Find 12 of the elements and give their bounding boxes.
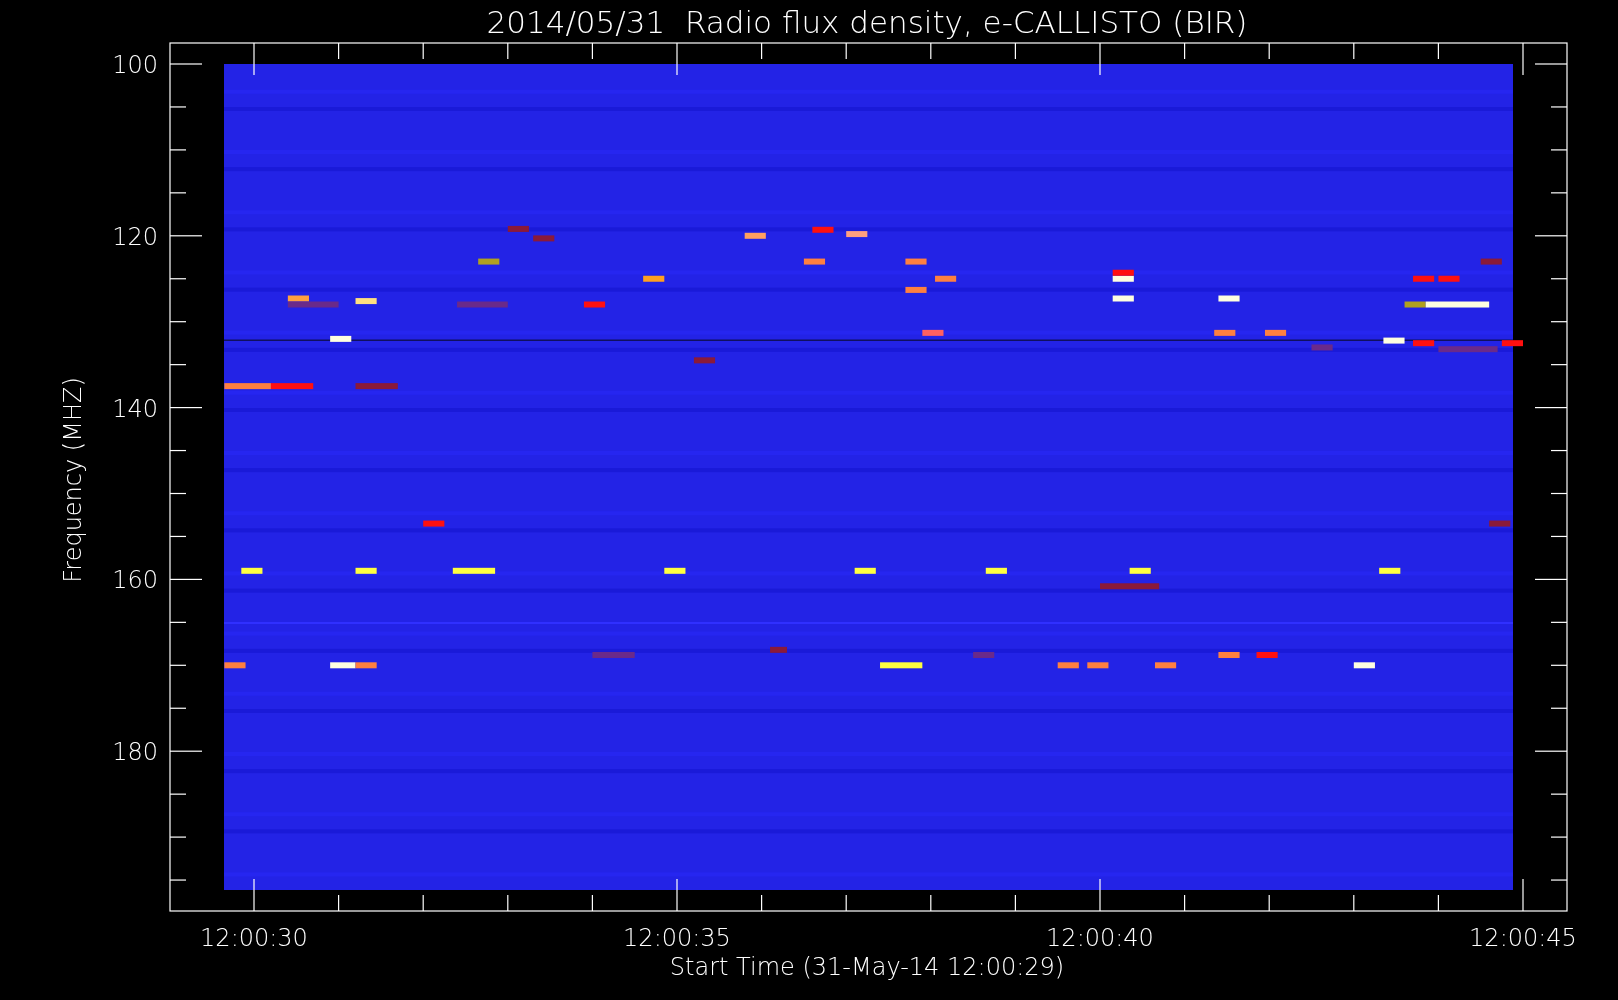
y-tick-label: 120 [112,222,158,251]
plot-title: 2014/05/31 Radio flux density, e-CALLISTO (BIR) [486,4,1248,40]
x-axis-label: Start Time (31-May-14 12:00:29) [669,953,1065,981]
y-tick-label: 160 [112,566,158,595]
x-tick-label: 12:00:45 [1469,924,1577,952]
y-tick-label: 100 [112,51,158,79]
x-tick-label: 12:00:40 [1046,924,1154,952]
x-tick-label: 12:00:35 [623,924,731,952]
y-axis-label: Frequency (MHZ) [59,377,87,583]
y-tick-label: 180 [112,738,158,767]
x-tick-label: 12:00:30 [200,924,308,952]
y-tick-label: 140 [112,394,158,423]
